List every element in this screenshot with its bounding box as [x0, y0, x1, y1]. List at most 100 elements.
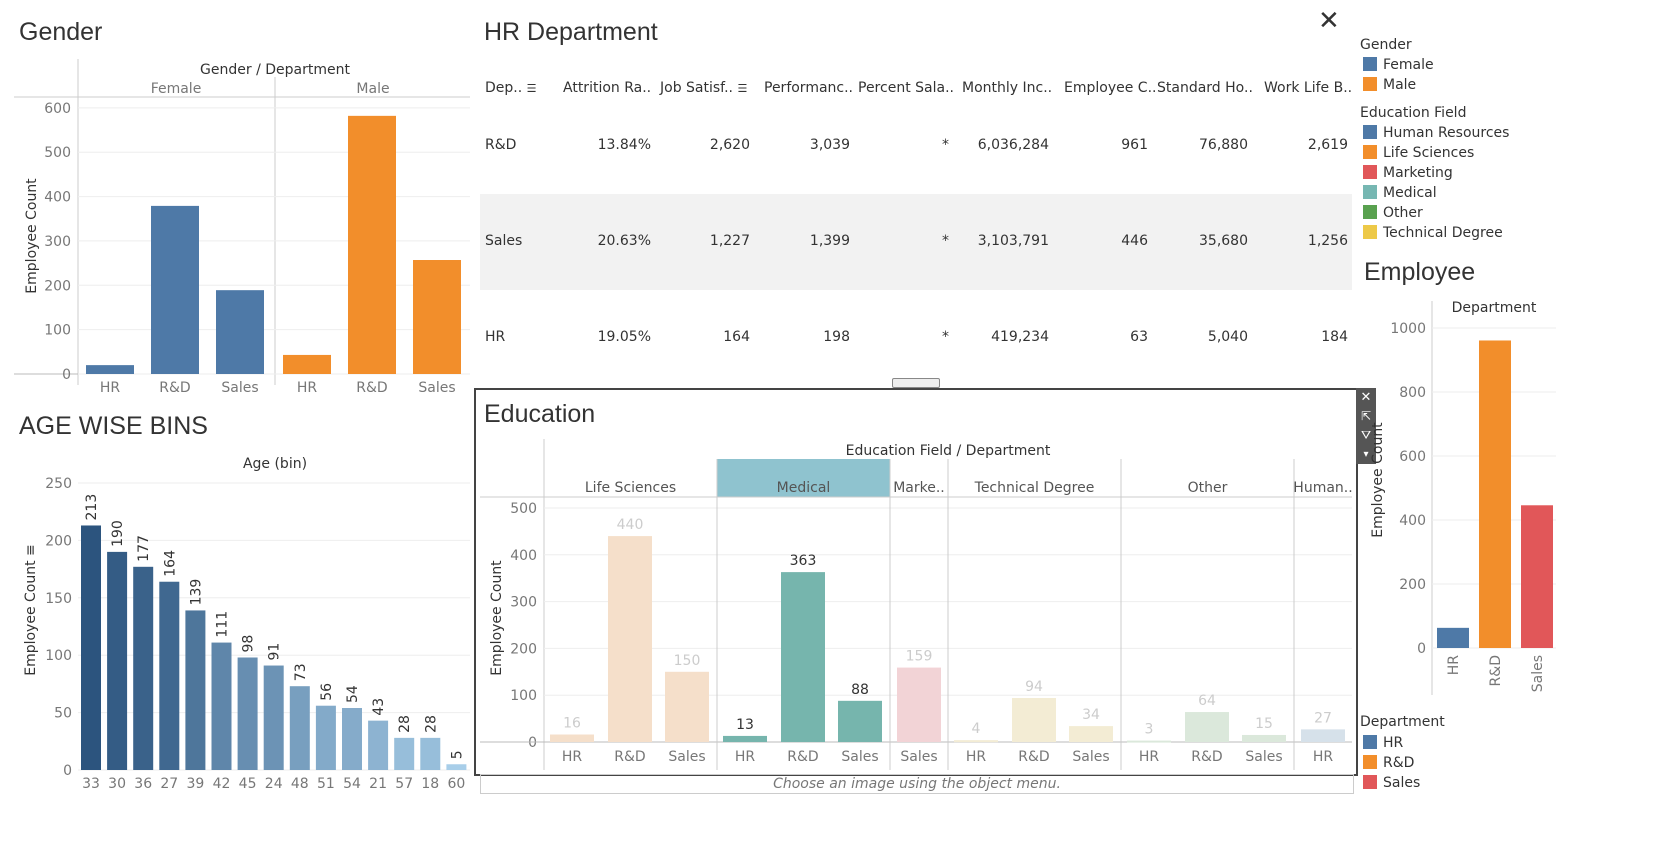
- col-standard-hours[interactable]: Standard Ho..: [1157, 80, 1253, 96]
- sort-icon[interactable]: ☰: [737, 82, 747, 95]
- col-percent-salary[interactable]: Percent Sala..: [858, 80, 954, 96]
- legend-swatch: [1363, 145, 1377, 159]
- education-bar: [1069, 726, 1113, 742]
- education-bar: [1127, 740, 1171, 743]
- y-tick: 100: [44, 323, 71, 339]
- legend-item[interactable]: HR: [1363, 735, 1403, 753]
- resize-handle[interactable]: [892, 378, 940, 388]
- col-monthly-income[interactable]: Monthly Inc..: [962, 80, 1052, 96]
- y-axis-label: Employee Count: [1370, 422, 1386, 538]
- employee-chart[interactable]: Department 0 200 400 600 800 1000 Employee Coun…: [1358, 295, 1558, 705]
- education-bar: [1012, 698, 1056, 742]
- x-tick: R&D: [614, 749, 645, 765]
- legend-label: Other: [1383, 205, 1423, 221]
- close-icon[interactable]: ✕: [1318, 6, 1340, 36]
- x-tick: 45: [239, 776, 257, 792]
- age-chart[interactable]: Age (bin) 0 50 100 150 200 250 Employee Count ≡…: [0, 450, 478, 795]
- age-bar: [446, 764, 467, 770]
- age-data-label: 28: [397, 715, 413, 733]
- x-tick: Sales: [1245, 749, 1282, 765]
- edu-legend-title: Education Field: [1360, 105, 1467, 121]
- legend-label: R&D: [1383, 755, 1415, 771]
- age-title: AGE WISE BINS: [19, 412, 208, 440]
- age-data-label: 43: [371, 698, 387, 716]
- legend-item[interactable]: R&D: [1363, 755, 1414, 773]
- x-tick: 60: [447, 776, 465, 792]
- x-tick: 30: [108, 776, 126, 792]
- education-chart[interactable]: Education Field / Department 0 100 200 300 40…: [478, 435, 1354, 775]
- legend-item[interactable]: Technical Degree: [1363, 225, 1503, 243]
- gender-chart[interactable]: Gender / Department Female Male 0 100 200 300 4…: [0, 55, 478, 400]
- col-employee-count[interactable]: Employee C..: [1064, 80, 1156, 96]
- age-data-label: 56: [319, 683, 335, 701]
- age-data-label: 5: [449, 750, 465, 759]
- image-placeholder[interactable]: Choose an image using the object menu.: [480, 774, 1354, 794]
- table-cell: 5,040: [1207, 329, 1248, 345]
- education-bar: [665, 671, 709, 742]
- age-bar: [289, 686, 310, 770]
- y-tick: 0: [63, 763, 72, 779]
- legend-item[interactable]: Life Sciences: [1363, 145, 1474, 163]
- gender-group-label: Female: [151, 81, 202, 97]
- x-tick: R&D: [787, 749, 818, 765]
- education-bar: [954, 740, 998, 743]
- age-bar: [159, 581, 180, 770]
- education-data-label: 88: [851, 682, 869, 698]
- table-cell: *: [942, 329, 949, 345]
- legend-item[interactable]: Sales: [1363, 775, 1420, 793]
- col-dept[interactable]: Dep.. ☰: [485, 80, 537, 96]
- y-axis-label: Employee Count ≡: [23, 544, 39, 676]
- col-job-sat[interactable]: Job Satisf.. ☰: [660, 80, 747, 96]
- education-title: Education: [484, 400, 596, 428]
- gender-bar: [283, 354, 331, 374]
- table-cell: 184: [1321, 329, 1348, 345]
- x-tick: HR: [562, 749, 583, 765]
- y-tick: 500: [510, 501, 537, 517]
- education-data-label: 3: [1145, 722, 1154, 738]
- x-tick: Sales: [1530, 655, 1546, 692]
- x-tick: 42: [213, 776, 231, 792]
- education-data-label: 150: [674, 653, 701, 669]
- legend-swatch: [1363, 165, 1377, 179]
- gender-bar: [216, 290, 264, 374]
- age-bar: [211, 642, 232, 770]
- sort-icon[interactable]: ☰: [527, 82, 537, 95]
- table-cell: 63: [1130, 329, 1148, 345]
- y-tick: 50: [54, 706, 72, 722]
- col-attrition[interactable]: Attrition Ra..: [563, 80, 651, 96]
- legend-item[interactable]: Other: [1363, 205, 1423, 223]
- field-label: Marke..: [893, 480, 945, 496]
- y-tick: 100: [510, 688, 537, 704]
- x-tick: HR: [1313, 749, 1334, 765]
- legend-item[interactable]: Female: [1363, 57, 1434, 75]
- legend-label: Marketing: [1383, 165, 1453, 181]
- y-tick: 200: [44, 278, 71, 294]
- legend-item[interactable]: Male: [1363, 77, 1416, 95]
- gender-title: Gender: [19, 18, 103, 46]
- legend-swatch: [1363, 77, 1377, 91]
- x-tick: 24: [265, 776, 283, 792]
- x-tick: HR: [1139, 749, 1160, 765]
- x-tick: HR: [1446, 655, 1462, 676]
- legend-item[interactable]: Human Resources: [1363, 125, 1509, 143]
- x-tick: Sales: [841, 749, 878, 765]
- age-bar: [263, 665, 284, 770]
- legend-label: Male: [1383, 77, 1417, 93]
- y-axis-label: Employee Count: [24, 178, 40, 294]
- field-label: Technical Degree: [974, 480, 1095, 496]
- hr-title: HR Department: [484, 18, 658, 46]
- table-cell: 1,227: [709, 233, 750, 249]
- col-performance[interactable]: Performanc..: [764, 80, 853, 96]
- y-tick: 0: [62, 367, 71, 383]
- legend-item[interactable]: Medical: [1363, 185, 1437, 203]
- age-data-label: 177: [136, 535, 152, 562]
- education-data-label: 64: [1198, 693, 1216, 709]
- y-axis-label: Employee Count: [489, 560, 505, 676]
- col-work-life[interactable]: Work Life B..: [1264, 80, 1352, 96]
- age-bar: [394, 737, 415, 770]
- field-label: Other: [1188, 480, 1228, 496]
- table-cell: *: [942, 233, 949, 249]
- legend-item[interactable]: Marketing: [1363, 165, 1453, 183]
- x-tick: HR: [297, 380, 318, 396]
- age-data-label: 164: [162, 550, 178, 577]
